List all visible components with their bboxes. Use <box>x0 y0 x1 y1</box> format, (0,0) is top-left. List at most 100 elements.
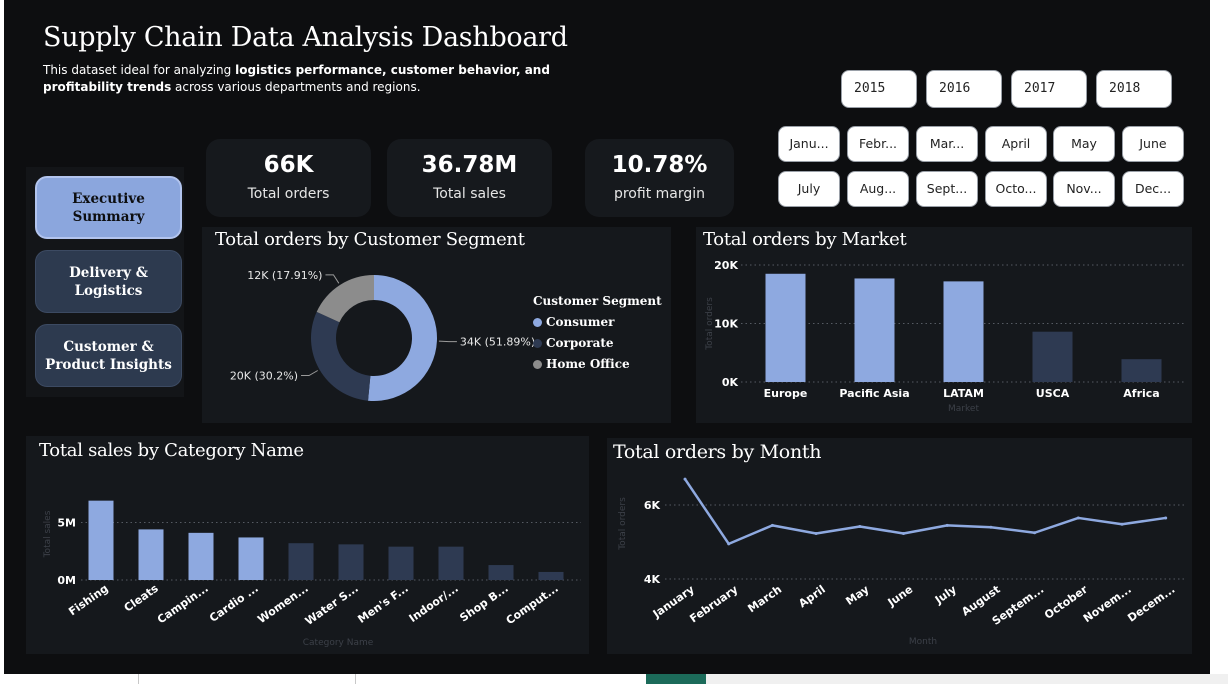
legend-swatch <box>533 317 542 327</box>
month-line-chart: 4K6KJanuaryFebruary March April May June July… <box>618 477 1187 647</box>
year-slicer-2015[interactable]: 2015 <box>841 70 917 108</box>
y-axis-label: Total orders <box>618 497 628 551</box>
bottom-strip <box>0 674 1228 684</box>
bar-category-8[interactable] <box>438 546 464 580</box>
slice-corporate[interactable] <box>311 311 371 401</box>
legend-title: Customer Segment <box>533 294 662 308</box>
series-line-total-orders[interactable] <box>683 478 1166 546</box>
data-point[interactable] <box>858 524 862 528</box>
year-slicer-2016[interactable]: 2016 <box>926 70 1002 108</box>
month-slicer-october[interactable]: Octo... <box>985 171 1047 207</box>
data-label-leader <box>325 274 340 284</box>
x-axis-label: Month <box>909 637 937 647</box>
bar-category-4[interactable] <box>238 537 264 580</box>
month-slicer-march[interactable]: Mar... <box>916 126 978 162</box>
x-tick-label: Novem... <box>1081 583 1134 625</box>
legend-label: Home Office <box>546 357 630 371</box>
x-tick-label: Europe <box>764 387 808 400</box>
x-tick-label: Cleats <box>122 582 161 615</box>
month-slicer-april[interactable]: April <box>985 126 1047 162</box>
bar-category-5[interactable] <box>288 543 314 580</box>
month-slicer-august[interactable]: Aug... <box>847 171 909 207</box>
x-tick-label: Fishing <box>66 582 110 619</box>
dashboard-canvas: Supply Chain Data Analysis Dashboard Thi… <box>4 0 1210 674</box>
footer-bar <box>706 674 1228 684</box>
legend-swatch <box>533 359 542 369</box>
x-tick-label: Shop B... <box>457 582 510 625</box>
legend-item-corporate[interactable]: Corporate <box>533 336 662 350</box>
bar-category-2[interactable] <box>138 529 164 580</box>
x-tick-label: Women... <box>255 582 310 626</box>
legend-item-consumer[interactable]: Consumer <box>533 315 662 329</box>
y-tick-label: 20K <box>714 259 738 272</box>
data-point[interactable] <box>683 477 687 481</box>
bar-category-10[interactable] <box>538 571 564 580</box>
page-subtitle: This dataset ideal for analyzing logisti… <box>43 62 583 96</box>
data-label: 34K (51.89%) <box>460 336 535 349</box>
bar-category-6[interactable] <box>338 544 364 580</box>
x-axis-label: Market <box>948 404 979 414</box>
data-point[interactable] <box>1033 531 1037 535</box>
month-slicer-november[interactable]: Nov... <box>1053 171 1115 207</box>
x-tick-label: Indoor/... <box>407 582 461 625</box>
subtitle-text: This dataset ideal for analyzing <box>43 63 236 77</box>
bar-category-3[interactable] <box>188 532 214 580</box>
data-label: 20K (30.2%) <box>230 370 298 383</box>
month-slicer-february[interactable]: Febr... <box>847 126 909 162</box>
slice-home-office[interactable] <box>316 275 374 323</box>
page-tab-indicator[interactable] <box>646 674 706 684</box>
bar-category-9[interactable] <box>488 565 514 580</box>
nav-delivery-logistics[interactable]: Delivery & Logistics <box>35 250 182 313</box>
x-tick-label: Decem... <box>1125 583 1177 625</box>
bar-pacific-asia[interactable] <box>854 278 895 382</box>
nav-executive-summary[interactable]: Executive Summary <box>35 176 182 239</box>
y-axis-label: Total orders <box>705 297 715 351</box>
y-tick-label: 10K <box>714 318 738 331</box>
category-chart-panel: Total sales by Category Name 0M 5M Fishing… <box>26 436 589 654</box>
year-slicer-2017[interactable]: 2017 <box>1011 70 1087 108</box>
kpi-label: Total orders <box>247 186 330 202</box>
bar-category-1[interactable] <box>88 500 114 580</box>
y-axis-label: Total sales <box>43 510 53 558</box>
legend-item-home-office[interactable]: Home Office <box>533 357 662 371</box>
data-point[interactable] <box>989 525 993 529</box>
month-slicer-july[interactable]: July <box>778 171 840 207</box>
x-tick-label: Pacific Asia <box>839 387 909 400</box>
x-tick-label: Campin... <box>155 582 211 626</box>
kpi-value: 10.78% <box>611 152 708 178</box>
bar-latam[interactable] <box>943 281 984 382</box>
data-point[interactable] <box>1120 522 1124 526</box>
divider <box>138 674 139 684</box>
data-point[interactable] <box>902 531 905 535</box>
data-point[interactable] <box>727 542 731 546</box>
nav-customer-product-insights[interactable]: Customer & Product Insights <box>35 324 182 387</box>
month-slicer-september[interactable]: Sept... <box>916 171 978 207</box>
data-label-leader <box>301 370 318 376</box>
bar-europe[interactable] <box>765 273 806 382</box>
segment-legend: Customer Segment Consumer Corporate Home… <box>533 294 662 371</box>
kpi-total-sales: 36.78M Total sales <box>387 139 552 217</box>
x-tick-label: Water S... <box>303 582 361 628</box>
data-point[interactable] <box>1076 516 1080 520</box>
bar-category-7[interactable] <box>388 546 414 580</box>
kpi-label: profit margin <box>613 186 706 202</box>
legend-swatch <box>533 338 542 348</box>
month-slicer-january[interactable]: Janu... <box>778 126 840 162</box>
x-tick-label: Comput... <box>504 582 561 627</box>
y-tick-label: 6K <box>644 499 661 512</box>
month-slicer-december[interactable]: Dec... <box>1122 171 1184 207</box>
month-slicer-may[interactable]: May <box>1053 126 1115 162</box>
data-point[interactable] <box>945 523 949 527</box>
slice-consumer[interactable] <box>368 275 437 401</box>
year-slicer-2018[interactable]: 2018 <box>1096 70 1172 108</box>
data-point[interactable] <box>770 523 774 527</box>
y-tick-label: 0M <box>57 574 76 587</box>
x-tick-label: LATAM <box>943 387 984 400</box>
y-tick-label: 5M <box>57 517 76 530</box>
data-point[interactable] <box>814 531 818 535</box>
bar-africa[interactable] <box>1121 359 1162 382</box>
x-tick-label: Africa <box>1123 387 1159 400</box>
bar-usca[interactable] <box>1032 331 1073 382</box>
data-point[interactable] <box>1164 516 1168 520</box>
month-slicer-june[interactable]: June <box>1122 126 1184 162</box>
